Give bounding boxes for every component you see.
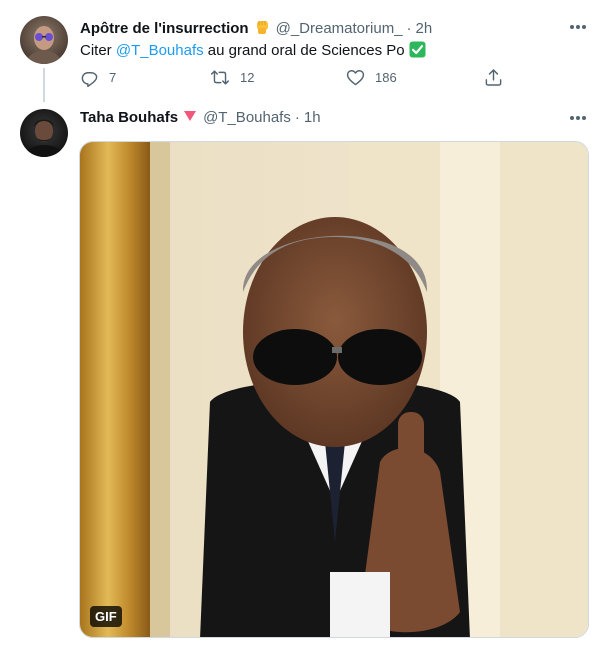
reply-icon [81, 72, 98, 87]
tweet-text-suffix: au grand oral de Sciences Po [203, 42, 409, 59]
gif-image [80, 142, 588, 637]
heart-icon [346, 70, 365, 86]
tweet-text: Citer @T_Bouhafs au grand oral de Scienc… [80, 41, 426, 62]
red-triangle-icon [183, 109, 197, 126]
thread-line [43, 68, 45, 102]
separator-dot: · [406, 19, 412, 37]
check-mark-button-icon [409, 41, 426, 62]
author-handle[interactable]: @_Dreamatorium_ [276, 20, 403, 37]
author-name[interactable]: Apôtre de l'insurrection [80, 20, 249, 37]
retweet-count: 12 [240, 70, 255, 85]
reply-button[interactable]: 7 [80, 68, 116, 87]
avatar[interactable] [20, 16, 68, 64]
separator-dot: · [294, 109, 300, 126]
more-icon[interactable] [569, 18, 587, 36]
retweet-icon [210, 70, 230, 85]
retweet-button[interactable]: 12 [210, 68, 254, 87]
like-count: 186 [375, 70, 397, 85]
raised-fist-icon [254, 17, 272, 39]
author-name[interactable]: Taha Bouhafs [80, 109, 178, 126]
share-button[interactable] [484, 68, 503, 87]
tweet-header: Taha Bouhafs @T_Bouhafs · 1h [80, 109, 321, 126]
like-button[interactable]: 186 [346, 68, 397, 87]
tweet-time[interactable]: 1h [304, 109, 321, 126]
tweet-time[interactable]: 2h [416, 20, 433, 37]
gif-media[interactable]: GIF [79, 141, 589, 638]
share-icon [485, 69, 502, 86]
tweet-actions: 7 12 186 [80, 68, 510, 88]
reply-count: 7 [109, 70, 117, 85]
avatar[interactable] [20, 109, 68, 157]
tweet-header: Apôtre de l'insurrection @_Dreamatorium_… [80, 17, 432, 39]
tweet-main[interactable]: Taha Bouhafs @T_Bouhafs · 1h GIF [0, 98, 609, 646]
more-icon[interactable] [569, 109, 587, 127]
tweet-text-prefix: Citer [80, 42, 116, 59]
gif-badge: GIF [90, 606, 122, 627]
author-handle[interactable]: @T_Bouhafs [203, 109, 291, 126]
tweet-quote[interactable]: Apôtre de l'insurrection @_Dreamatorium_… [0, 0, 609, 102]
mention-link[interactable]: @T_Bouhafs [116, 42, 204, 59]
